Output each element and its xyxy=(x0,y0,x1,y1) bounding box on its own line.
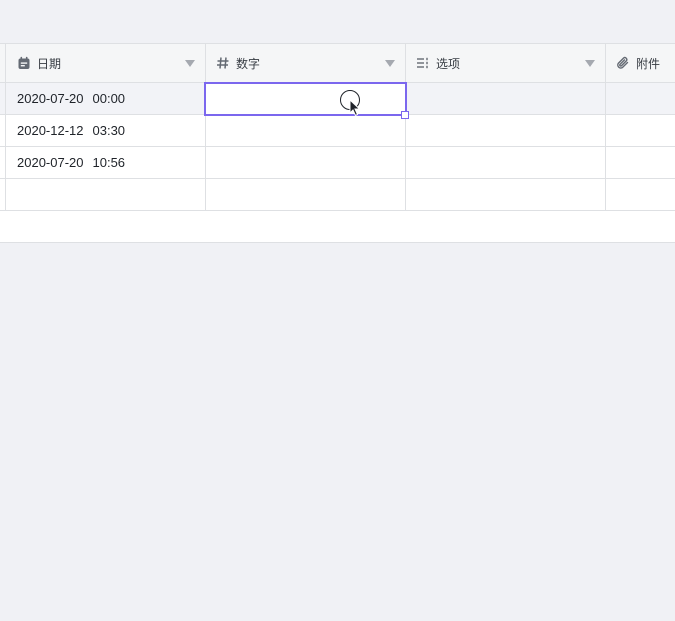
chevron-down-icon[interactable] xyxy=(585,60,595,67)
date-cell[interactable]: 2020-07-20 10:56 xyxy=(6,147,206,178)
time-value: 03:30 xyxy=(92,123,126,138)
date-value: 2020-07-20 xyxy=(17,91,84,106)
date-value: 2020-07-20 xyxy=(17,155,84,170)
mouse-pointer-icon xyxy=(349,99,361,117)
column-header-attachment[interactable]: 附件 xyxy=(606,44,675,82)
data-grid: 日期 数字 选项 附件 2020-07-20 00:00 2020-12-12 … xyxy=(0,43,675,243)
number-cell[interactable] xyxy=(206,147,406,178)
column-header-options-label: 选项 xyxy=(436,56,461,71)
options-cell[interactable] xyxy=(406,115,606,146)
column-header-options[interactable]: 选项 xyxy=(406,44,606,82)
attachment-cell[interactable] xyxy=(606,115,675,146)
list-icon xyxy=(416,56,430,70)
attachment-cell[interactable] xyxy=(606,147,675,178)
chevron-down-icon[interactable] xyxy=(385,60,395,67)
hash-icon xyxy=(216,56,230,70)
date-cell[interactable]: 2020-07-20 00:00 xyxy=(6,83,206,114)
number-cell[interactable] xyxy=(206,115,406,146)
time-value: 00:00 xyxy=(92,91,126,106)
selected-cell-outline[interactable] xyxy=(204,82,407,116)
options-cell[interactable] xyxy=(406,179,606,210)
column-header-date-label: 日期 xyxy=(37,56,62,71)
table-row[interactable]: 2020-12-12 03:30 xyxy=(0,115,675,147)
time-value: 10:56 xyxy=(92,155,126,170)
header-row: 日期 数字 选项 附件 xyxy=(0,44,675,83)
column-header-number[interactable]: 数字 xyxy=(206,44,406,82)
column-header-date[interactable]: 日期 xyxy=(6,44,206,82)
toolbar-area xyxy=(0,0,675,43)
table-row[interactable]: 2020-07-20 10:56 xyxy=(0,147,675,179)
attachment-cell[interactable] xyxy=(606,83,675,114)
column-header-number-label: 数字 xyxy=(236,56,261,71)
paperclip-icon xyxy=(616,56,630,70)
attachment-cell[interactable] xyxy=(606,179,675,210)
table-row[interactable] xyxy=(0,179,675,211)
calendar-icon xyxy=(17,56,31,70)
fill-handle[interactable] xyxy=(401,111,409,119)
number-cell[interactable] xyxy=(206,179,406,210)
chevron-down-icon[interactable] xyxy=(185,60,195,67)
options-cell[interactable] xyxy=(406,83,606,114)
options-cell[interactable] xyxy=(406,147,606,178)
date-cell[interactable]: 2020-12-12 03:30 xyxy=(6,115,206,146)
date-cell[interactable] xyxy=(6,179,206,210)
date-value: 2020-12-12 xyxy=(17,123,84,138)
column-header-attachment-label: 附件 xyxy=(636,56,661,71)
